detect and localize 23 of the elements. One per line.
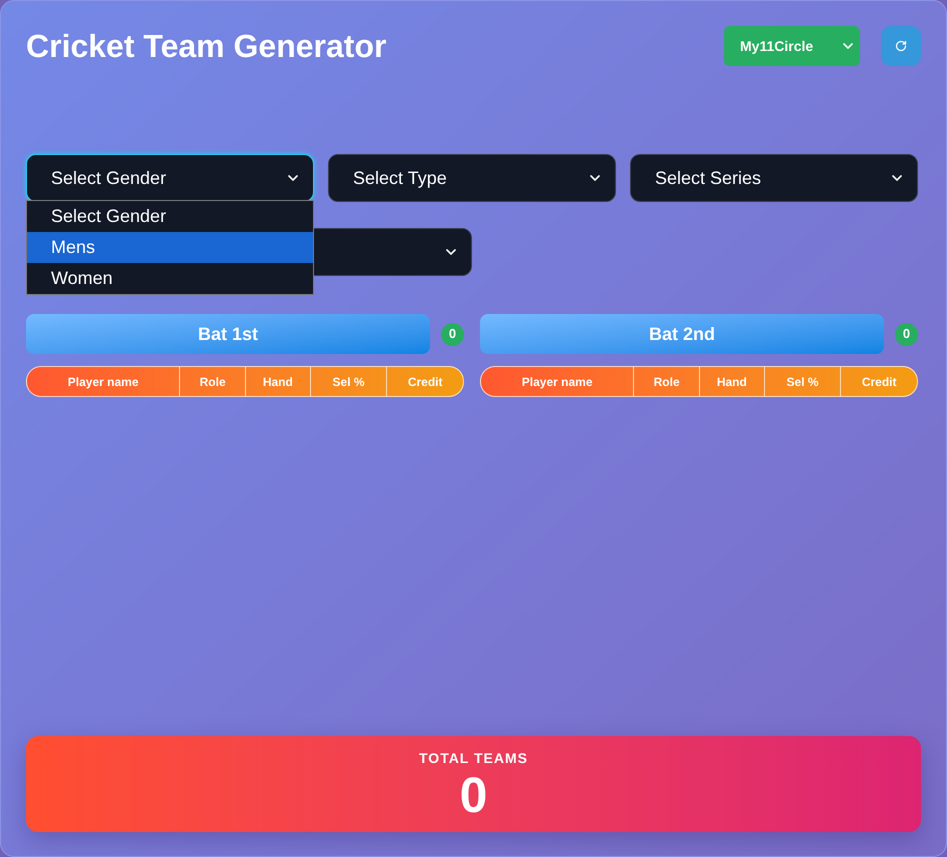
column-header: Credit [840, 367, 917, 396]
total-teams-value: 0 [460, 768, 488, 820]
select-dropdown[interactable]: Select Gender [26, 154, 314, 202]
column-header: Credit [386, 367, 463, 396]
team-banner: Bat 1st [26, 314, 430, 354]
column-header: Sel % [764, 367, 840, 396]
column-header: Hand [245, 367, 310, 396]
select-dropdown[interactable]: Select Series [630, 154, 918, 202]
column-header: Player name [520, 374, 594, 390]
count-badge: 0 [895, 322, 918, 346]
column-header: Sel % [310, 367, 386, 396]
refresh-button[interactable] [881, 26, 921, 66]
column-header: Role [179, 367, 245, 396]
dropdown-option[interactable]: Mens [27, 232, 313, 263]
column-header: Role [633, 367, 699, 396]
app-title: Cricket Team Generator [26, 27, 386, 66]
count-badge: 0 [441, 322, 464, 346]
column-header: Hand [699, 367, 764, 396]
team-banner: Bat 2nd [480, 314, 884, 354]
refresh-icon [895, 40, 907, 52]
select-dropdown[interactable]: Select Type [328, 154, 616, 202]
column-header: Player name [66, 374, 140, 390]
total-teams-label: TOTAL TEAMS [419, 748, 528, 768]
